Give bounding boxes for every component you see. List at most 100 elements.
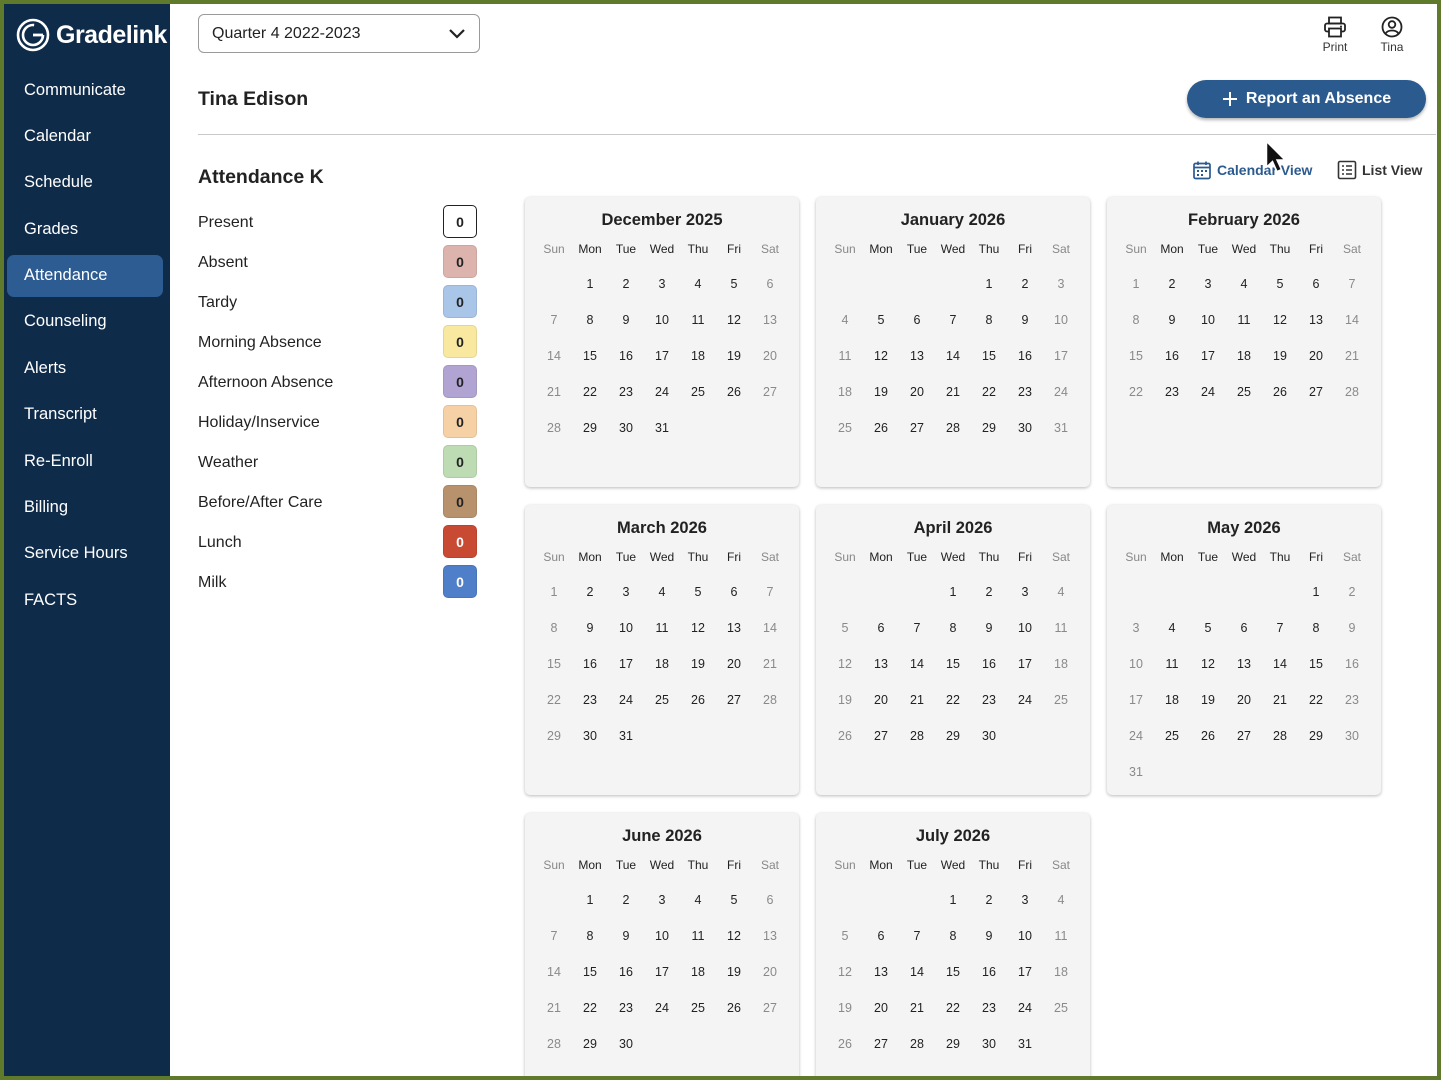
calendar-day[interactable]: 26 [716,1001,752,1015]
calendar-day[interactable]: 16 [608,349,644,363]
calendar-day[interactable]: 5 [716,893,752,907]
calendar-day[interactable]: 20 [752,349,788,363]
calendar-day[interactable]: 24 [1190,385,1226,399]
calendar-day[interactable]: 27 [863,729,899,743]
calendar-day[interactable]: 28 [1334,385,1370,399]
calendar-day[interactable]: 30 [971,729,1007,743]
calendar-day[interactable]: 13 [1298,313,1334,327]
calendar-day[interactable]: 27 [863,1037,899,1051]
sidebar-item-alerts[interactable]: Alerts [7,347,163,389]
calendar-day[interactable]: 15 [935,965,971,979]
calendar-day[interactable]: 4 [1226,277,1262,291]
calendar-day[interactable]: 11 [680,929,716,943]
calendar-day[interactable]: 13 [899,349,935,363]
calendar-day[interactable]: 19 [827,693,863,707]
calendar-day[interactable]: 30 [572,729,608,743]
calendar-day[interactable]: 29 [935,1037,971,1051]
sidebar-item-calendar[interactable]: Calendar [7,115,163,157]
print-button[interactable]: Print [1311,16,1359,54]
calendar-day[interactable]: 1 [572,893,608,907]
calendar-day[interactable]: 28 [899,1037,935,1051]
calendar-day[interactable]: 1 [935,893,971,907]
calendar-day[interactable]: 22 [1298,693,1334,707]
calendar-day[interactable]: 31 [1118,765,1154,779]
calendar-day[interactable]: 31 [1007,1037,1043,1051]
calendar-day[interactable]: 5 [827,621,863,635]
calendar-day[interactable]: 18 [1043,657,1079,671]
calendar-day[interactable]: 21 [899,693,935,707]
calendar-day[interactable]: 10 [644,313,680,327]
calendar-day[interactable]: 22 [536,693,572,707]
calendar-day[interactable]: 14 [935,349,971,363]
calendar-day[interactable]: 26 [827,729,863,743]
calendar-day[interactable]: 23 [1154,385,1190,399]
calendar-day[interactable]: 26 [1190,729,1226,743]
calendar-day[interactable]: 18 [680,349,716,363]
calendar-day[interactable]: 26 [1262,385,1298,399]
calendar-day[interactable]: 14 [899,657,935,671]
calendar-day[interactable]: 20 [863,693,899,707]
calendar-day[interactable]: 25 [1043,693,1079,707]
calendar-day[interactable]: 25 [680,1001,716,1015]
calendar-day[interactable]: 3 [644,277,680,291]
calendar-day[interactable]: 27 [716,693,752,707]
calendar-day[interactable]: 4 [680,893,716,907]
calendar-day[interactable]: 5 [863,313,899,327]
calendar-day[interactable]: 3 [1007,893,1043,907]
calendar-day[interactable]: 2 [971,585,1007,599]
calendar-day[interactable]: 2 [608,277,644,291]
calendar-day[interactable]: 27 [752,1001,788,1015]
calendar-day[interactable]: 10 [1007,929,1043,943]
calendar-day[interactable]: 29 [971,421,1007,435]
calendar-day[interactable]: 8 [935,621,971,635]
calendar-day[interactable]: 9 [608,929,644,943]
calendar-day[interactable]: 28 [935,421,971,435]
calendar-day[interactable]: 20 [1226,693,1262,707]
calendar-day[interactable]: 14 [1262,657,1298,671]
calendar-day[interactable]: 20 [899,385,935,399]
calendar-day[interactable]: 12 [716,313,752,327]
calendar-day[interactable]: 11 [1226,313,1262,327]
calendar-day[interactable]: 18 [644,657,680,671]
calendar-day[interactable]: 9 [1334,621,1370,635]
calendar-day[interactable]: 5 [716,277,752,291]
calendar-day[interactable]: 26 [680,693,716,707]
calendar-day[interactable]: 30 [1007,421,1043,435]
calendar-day[interactable]: 31 [608,729,644,743]
calendar-day[interactable]: 27 [1298,385,1334,399]
calendar-day[interactable]: 12 [1190,657,1226,671]
logo[interactable]: Gradelink [16,18,167,52]
sidebar-item-attendance[interactable]: Attendance [7,254,163,297]
calendar-day[interactable]: 24 [1118,729,1154,743]
calendar-day[interactable]: 22 [1118,385,1154,399]
calendar-day[interactable]: 8 [971,313,1007,327]
calendar-day[interactable]: 13 [1226,657,1262,671]
calendar-day[interactable]: 9 [572,621,608,635]
calendar-day[interactable]: 24 [644,1001,680,1015]
calendar-day[interactable]: 6 [863,621,899,635]
calendar-day[interactable]: 20 [1298,349,1334,363]
calendar-day[interactable]: 29 [1298,729,1334,743]
calendar-day[interactable]: 29 [536,729,572,743]
calendar-day[interactable]: 3 [1007,585,1043,599]
calendar-day[interactable]: 11 [1043,621,1079,635]
calendar-day[interactable]: 21 [899,1001,935,1015]
calendar-day[interactable]: 19 [716,965,752,979]
calendar-day[interactable]: 12 [680,621,716,635]
calendar-day[interactable]: 26 [863,421,899,435]
calendar-day[interactable]: 15 [572,349,608,363]
sidebar-item-re-enroll[interactable]: Re-Enroll [7,440,163,482]
calendar-day[interactable]: 17 [1007,657,1043,671]
calendar-day[interactable]: 7 [899,621,935,635]
calendar-day[interactable]: 25 [1043,1001,1079,1015]
calendar-day[interactable]: 3 [1118,621,1154,635]
calendar-day[interactable]: 6 [752,893,788,907]
calendar-day[interactable]: 7 [536,313,572,327]
calendar-day[interactable]: 14 [536,965,572,979]
calendar-day[interactable]: 6 [752,277,788,291]
calendar-day[interactable]: 23 [572,693,608,707]
calendar-day[interactable]: 4 [1154,621,1190,635]
calendar-day[interactable]: 28 [899,729,935,743]
calendar-day[interactable]: 14 [536,349,572,363]
calendar-day[interactable]: 15 [971,349,1007,363]
